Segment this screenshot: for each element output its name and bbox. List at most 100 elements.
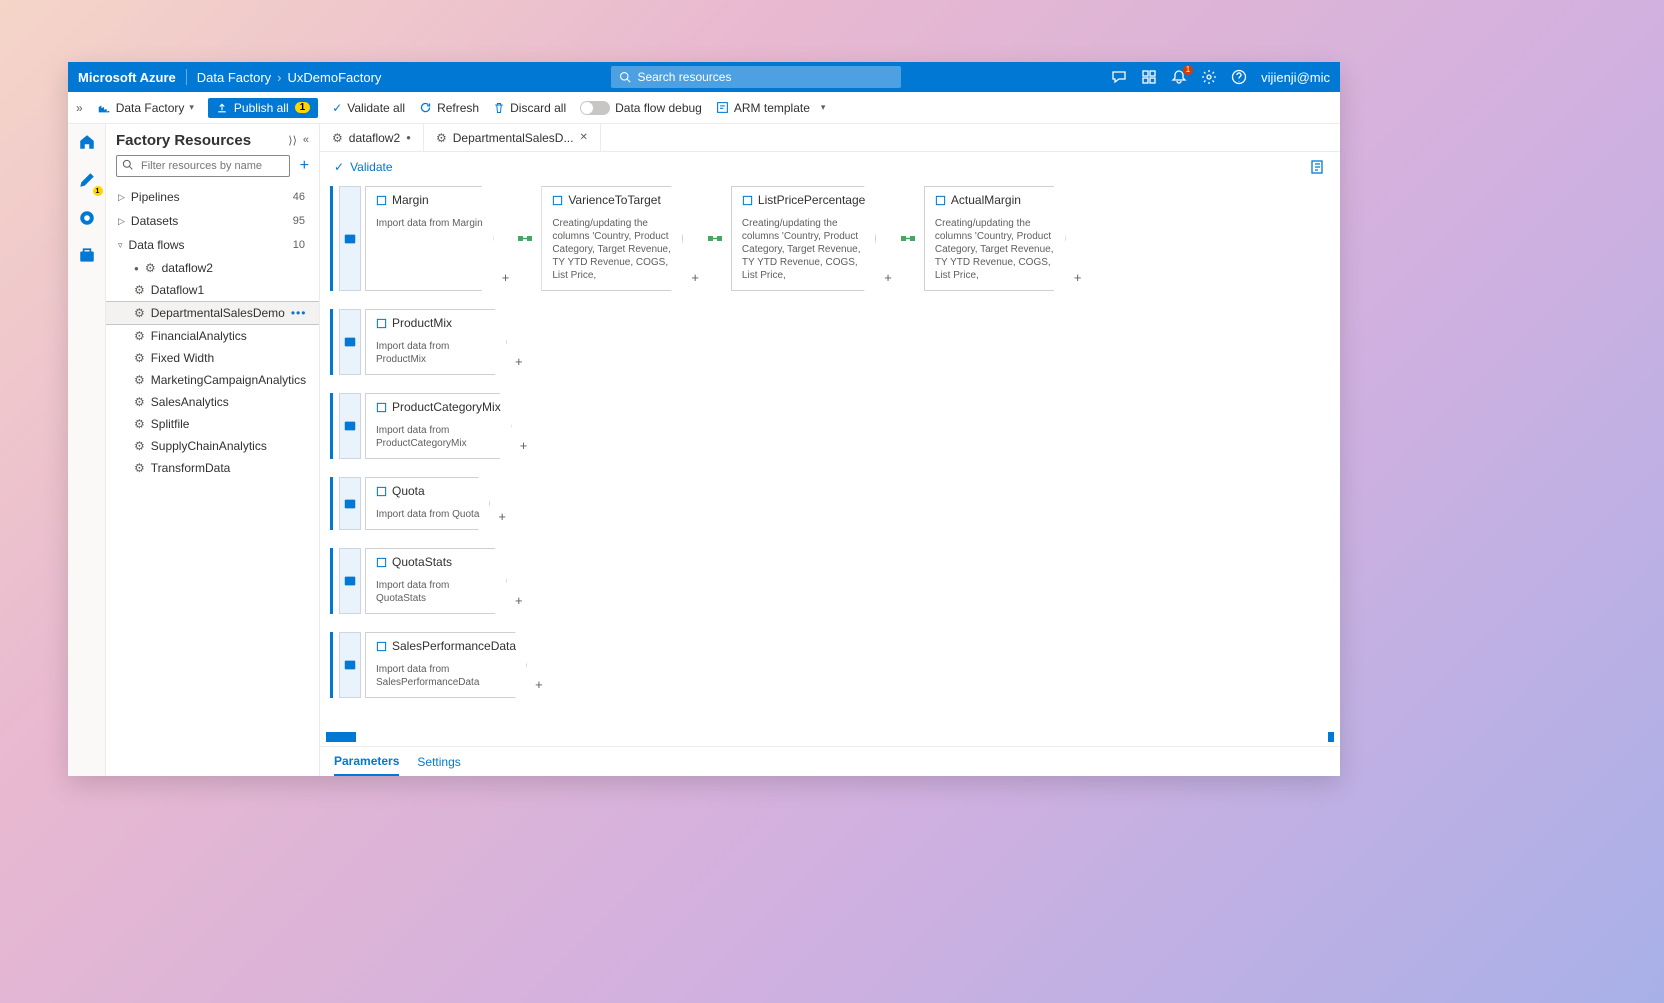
tree-item-dataflow[interactable]: ⚙MarketingCampaignAnalytics [106, 369, 319, 391]
add-step-button[interactable]: + [1070, 270, 1086, 287]
add-step-button[interactable]: + [511, 593, 527, 610]
source-icon[interactable] [339, 393, 361, 459]
add-step-button[interactable]: + [511, 354, 527, 371]
flow-row: SalesPerformanceDataImport data from Sal… [326, 632, 1334, 698]
refresh-button[interactable]: Refresh [419, 101, 479, 115]
flow-node[interactable]: ProductCategoryMixImport data from Produ… [365, 393, 512, 459]
add-resource-button[interactable]: + [300, 157, 309, 175]
tree-item-dataflow[interactable]: ⚙Dataflow1 [106, 279, 319, 301]
unsaved-indicator-icon: ● [406, 133, 411, 142]
debug-toggle[interactable]: Data flow debug [580, 101, 702, 115]
source-icon[interactable] [339, 548, 361, 614]
source-icon[interactable] [339, 186, 361, 291]
breadcrumb-factory-name[interactable]: UxDemoFactory [288, 70, 382, 85]
dataflow-name: Fixed Width [151, 351, 214, 365]
toggle-switch[interactable] [580, 101, 610, 115]
filter-input[interactable] [116, 155, 290, 177]
data-factory-dropdown[interactable]: Data Factory ▾ [97, 101, 194, 115]
tab-dataflow2[interactable]: ⚙ dataflow2 ● [320, 124, 424, 151]
validate-all-button[interactable]: ✓ Validate all [332, 101, 405, 115]
monitor-icon[interactable] [73, 204, 101, 232]
node-title: ProductMix [392, 316, 452, 330]
node-type-icon [376, 318, 387, 329]
tree-item-dataflow[interactable]: ⚙TransformData [106, 457, 319, 479]
flow-node[interactable]: ListPricePercentageCreating/updating the… [731, 186, 876, 291]
search-input[interactable]: Search resources [611, 66, 901, 88]
manage-icon[interactable] [73, 242, 101, 270]
script-icon[interactable] [1310, 159, 1326, 175]
chevron-down-icon: ▿ [118, 240, 123, 251]
row-handle[interactable] [326, 393, 335, 459]
flow-node[interactable]: ProductMixImport data from ProductMix [365, 309, 507, 375]
add-step-button[interactable]: + [498, 270, 514, 287]
arm-template-dropdown[interactable]: ARM template ▾ [716, 101, 826, 115]
source-icon[interactable] [339, 632, 361, 698]
main-content: 1 Factory Resources ⟩⟩ « [68, 124, 1340, 776]
notifications-icon[interactable]: 1 [1171, 69, 1187, 85]
author-icon[interactable]: 1 [73, 166, 101, 194]
row-handle[interactable] [326, 632, 335, 698]
node-title: ProductCategoryMix [392, 400, 501, 414]
tree-item-dataflow[interactable]: ⚙Fixed Width [106, 347, 319, 369]
tab-settings[interactable]: Settings [417, 749, 460, 775]
tree-item-dataflow[interactable]: ⚙FinancialAnalytics [106, 325, 319, 347]
discard-all-button[interactable]: Discard all [493, 101, 566, 115]
tree-group-datasets[interactable]: ▷Datasets 95 [106, 209, 319, 233]
dataflow-name: dataflow2 [162, 261, 213, 275]
publish-all-button[interactable]: Publish all 1 [208, 98, 318, 118]
row-handle[interactable] [326, 186, 335, 291]
tree-group-dataflows[interactable]: ▿Data flows 10 [106, 233, 319, 257]
row-handle[interactable] [326, 309, 335, 375]
user-label[interactable]: vijienji@mic [1261, 70, 1330, 85]
row-handle[interactable] [326, 548, 335, 614]
add-step-button[interactable]: + [687, 270, 703, 287]
collapse-panel-icon[interactable]: « [303, 134, 309, 147]
dataflow-name: Splitfile [151, 417, 190, 431]
node-description: Creating/updating the columns 'Country, … [935, 217, 1055, 282]
node-title: ListPricePercentage [758, 193, 865, 207]
row-handle[interactable] [326, 477, 335, 530]
flow-node[interactable]: VarienceToTargetCreating/updating the co… [541, 186, 683, 291]
dataflow-name: DepartmentalSalesDemo [151, 306, 285, 320]
flow-node[interactable]: ActualMarginCreating/updating the column… [924, 186, 1066, 291]
home-icon[interactable] [73, 128, 101, 156]
add-step-button[interactable]: + [880, 270, 896, 287]
dataflow-canvas[interactable]: MarginImport data from Margin+VarienceTo… [320, 182, 1340, 732]
flow-row: ProductCategoryMixImport data from Produ… [326, 393, 1334, 459]
source-icon[interactable] [339, 477, 361, 530]
breadcrumb-data-factory[interactable]: Data Factory [197, 70, 271, 85]
flow-node[interactable]: QuotaStatsImport data from QuotaStats [365, 548, 507, 614]
trash-icon [493, 102, 505, 114]
more-actions-icon[interactable]: ••• [291, 306, 307, 320]
dataflow-icon: ⚙ [134, 306, 145, 320]
tree-item-dataflow[interactable]: ⚙Splitfile [106, 413, 319, 435]
flow-node[interactable]: SalesPerformanceDataImport data from Sal… [365, 632, 527, 698]
source-icon[interactable] [339, 309, 361, 375]
publish-count-badge: 1 [295, 102, 311, 113]
help-icon[interactable] [1231, 69, 1247, 85]
pin-icon[interactable]: ⟩⟩ [288, 134, 297, 147]
expand-rail-icon[interactable]: » [76, 101, 83, 115]
tree-item-dataflow[interactable]: ⚙SalesAnalytics [106, 391, 319, 413]
azure-brand[interactable]: Microsoft Azure [78, 70, 176, 85]
tab-departmental-sales[interactable]: ⚙ DepartmentalSalesD... ✕ [424, 124, 601, 151]
tree-group-pipelines[interactable]: ▷Pipelines 46 [106, 185, 319, 209]
validate-button[interactable]: Validate [350, 160, 392, 174]
settings-icon[interactable] [1201, 69, 1217, 85]
tab-parameters[interactable]: Parameters [334, 748, 399, 776]
add-step-button[interactable]: + [516, 438, 532, 455]
add-step-button[interactable]: + [494, 509, 510, 526]
check-icon: ✓ [332, 101, 342, 115]
tree-item-dataflow[interactable]: ●⚙dataflow2 [106, 257, 319, 279]
chevron-right-icon: ▷ [118, 192, 125, 203]
tree-item-dataflow[interactable]: ⚙SupplyChainAnalytics [106, 435, 319, 457]
tree-item-dataflow[interactable]: ⚙ DepartmentalSalesDemo ••• [106, 301, 319, 325]
directory-icon[interactable] [1141, 69, 1157, 85]
node-title: SalesPerformanceData [392, 639, 516, 653]
close-tab-icon[interactable]: ✕ [579, 132, 587, 143]
flow-node[interactable]: QuotaImport data from Quota [365, 477, 490, 530]
add-step-button[interactable]: + [531, 677, 547, 694]
flow-node[interactable]: MarginImport data from Margin [365, 186, 494, 291]
editor-tabs: ⚙ dataflow2 ● ⚙ DepartmentalSalesD... ✕ [320, 124, 1340, 152]
feedback-icon[interactable] [1111, 69, 1127, 85]
